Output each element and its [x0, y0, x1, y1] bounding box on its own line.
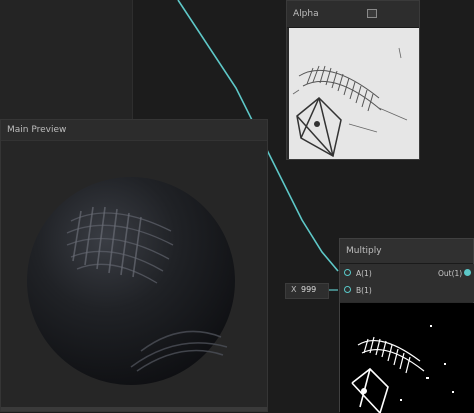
multiply-node-header[interactable]: Multiply: [340, 239, 473, 264]
multiply-node[interactable]: Multiply A(1) B(1) Out(1): [339, 238, 474, 413]
shader-graph-canvas[interactable]: Alpha Main Preview X 999 Multiply A(1) B…: [0, 0, 474, 413]
output-label: Out(1): [438, 269, 463, 278]
main-preview-resize-bar[interactable]: [1, 407, 267, 411]
alpha-node-title: Alpha: [293, 9, 319, 19]
input-b-label: B(1): [356, 286, 372, 295]
alpha-preview-toggle[interactable]: [367, 9, 377, 18]
input-b-port-icon[interactable]: [344, 286, 351, 293]
alpha-node-header[interactable]: Alpha: [287, 1, 419, 28]
input-a-port-icon[interactable]: [344, 269, 351, 276]
main-preview-title: Main Preview: [7, 125, 67, 135]
multiply-preview-image: [340, 303, 474, 413]
alpha-preview-image: [289, 28, 419, 159]
input-a-label: A(1): [356, 269, 372, 278]
alpha-node[interactable]: Alpha: [286, 0, 420, 160]
multiply-node-title: Multiply: [346, 246, 382, 256]
x-value-field[interactable]: X 999: [285, 283, 329, 299]
main-preview-panel[interactable]: Main Preview: [0, 119, 268, 412]
x-field-label: X: [291, 285, 297, 294]
x-field-value[interactable]: 999: [301, 285, 316, 294]
main-preview-header[interactable]: Main Preview: [1, 120, 267, 141]
multiply-ports: A(1) B(1) Out(1): [340, 264, 474, 302]
output-port-icon[interactable]: [464, 269, 471, 276]
main-preview-viewport[interactable]: [1, 141, 267, 411]
